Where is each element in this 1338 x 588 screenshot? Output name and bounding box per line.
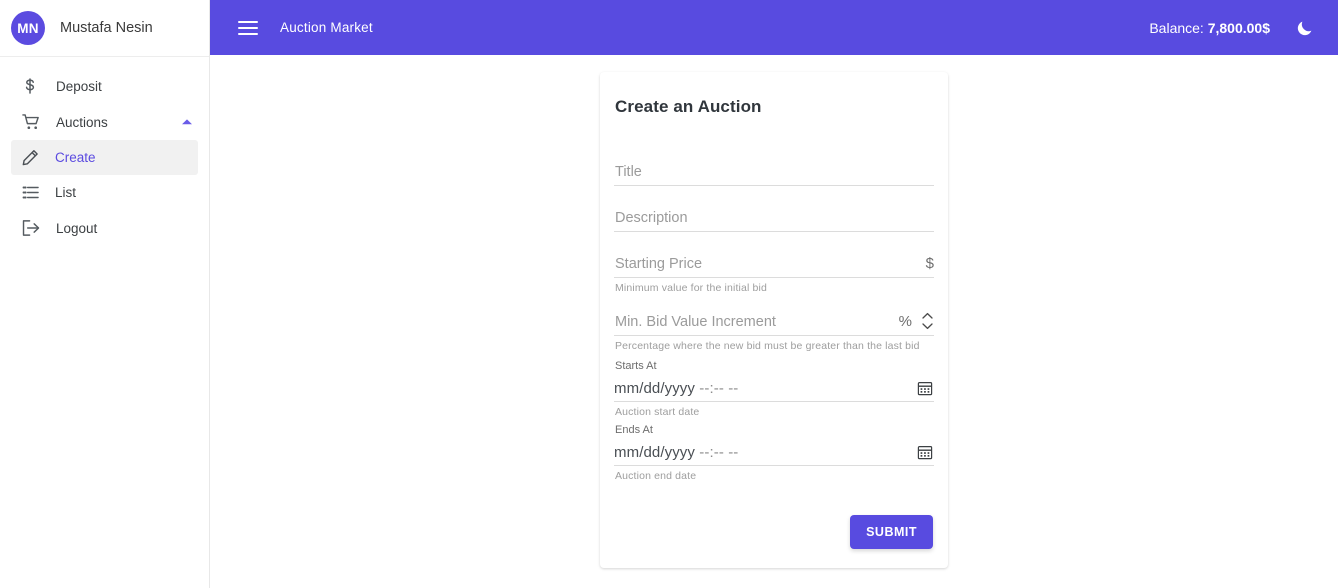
number-spinner-icon[interactable] [921, 312, 934, 330]
min-bid-increment-helper: Percentage where the new bid must be gre… [615, 340, 920, 352]
sidebar: MN Mustafa Nesin Deposit Auctions Create… [0, 0, 210, 588]
sidebar-item-label: Auctions [56, 114, 108, 130]
ends-at-date-placeholder: mm/dd/yyyy [614, 444, 696, 461]
sidebar-item-deposit[interactable]: Deposit [0, 68, 209, 104]
ends-at-label: Ends At [615, 424, 653, 436]
starting-price-input-wrap[interactable]: $ [614, 246, 934, 278]
starts-at-input-wrap[interactable]: mm/dd/yyyy --:-- -- [614, 374, 934, 402]
title-input[interactable] [614, 164, 934, 180]
starts-at-label: Starts At [615, 360, 657, 372]
starting-price-helper: Minimum value for the initial bid [615, 282, 768, 294]
dollar-adornment-icon: $ [925, 255, 934, 272]
field-description [614, 200, 934, 232]
starts-at-time-placeholder: --:-- -- [699, 380, 739, 397]
field-ends-at: Ends At mm/dd/yyyy --:-- -- Auction end … [614, 424, 934, 482]
sidebar-item-label: Deposit [56, 78, 102, 94]
starting-price-input[interactable] [614, 256, 920, 272]
submit-button[interactable]: SUBMIT [850, 515, 933, 549]
balance-label: Balance: [1149, 19, 1204, 36]
min-bid-increment-input[interactable] [614, 314, 893, 330]
ends-at-input-wrap[interactable]: mm/dd/yyyy --:-- -- [614, 438, 934, 466]
content-area: Create an Auction Title Description Star… [210, 55, 1338, 588]
sidebar-item-label: List [55, 185, 77, 200]
ends-at-input[interactable]: mm/dd/yyyy --:-- -- [614, 444, 916, 461]
starts-at-date-placeholder: mm/dd/yyyy [614, 380, 696, 397]
field-starting-price: $ Minimum value for the initial bid [614, 246, 934, 294]
avatar: MN [11, 11, 45, 45]
starts-at-helper: Auction start date [615, 406, 700, 418]
sidebar-nav: Deposit Auctions Create List Logout [0, 57, 209, 246]
hamburger-menu-icon[interactable] [238, 20, 258, 35]
sidebar-item-logout[interactable]: Logout [0, 210, 209, 246]
sidebar-item-auctions[interactable]: Auctions [0, 104, 209, 140]
sidebar-item-list[interactable]: List [11, 175, 198, 210]
profile-header: MN Mustafa Nesin [0, 0, 209, 57]
page-title: Create an Auction [615, 97, 762, 116]
field-min-bid-increment: % Percentage where the new bid must be g… [614, 304, 934, 352]
title-input-wrap[interactable] [614, 154, 934, 186]
sidebar-item-label: Create [55, 150, 96, 165]
pencil-icon [22, 149, 42, 166]
field-starts-at: Starts At mm/dd/yyyy --:-- -- Auction st… [614, 360, 934, 418]
min-bid-increment-input-wrap[interactable]: % [614, 304, 934, 336]
starts-at-input[interactable]: mm/dd/yyyy --:-- -- [614, 380, 916, 397]
ends-at-time-placeholder: --:-- -- [699, 444, 739, 461]
field-title [614, 154, 934, 186]
profile-name: Mustafa Nesin [60, 20, 153, 36]
app-root: MN Mustafa Nesin Deposit Auctions Create… [0, 0, 1338, 588]
description-input-wrap[interactable] [614, 200, 934, 232]
moon-icon[interactable] [1292, 15, 1318, 41]
app-title: Auction Market [280, 20, 373, 35]
shopping-cart-icon [22, 113, 44, 131]
percent-adornment-icon: % [898, 313, 912, 330]
topbar: Auction Market Balance: 7,800.00$ [210, 0, 1338, 55]
balance-display: Balance: 7,800.00$ [1149, 20, 1270, 36]
sidebar-item-create[interactable]: Create [11, 140, 198, 175]
ends-at-helper: Auction end date [615, 470, 697, 482]
logout-icon [22, 219, 44, 237]
main-area: Auction Market Balance: 7,800.00$ Create… [210, 0, 1338, 588]
chevron-up-icon[interactable] [181, 118, 193, 126]
description-input[interactable] [614, 210, 934, 226]
create-auction-card: Create an Auction Title Description Star… [600, 72, 948, 568]
list-icon [22, 185, 42, 200]
create-auction-form: $ Minimum value for the initial bid % [614, 154, 934, 549]
sidebar-item-label: Logout [56, 220, 98, 236]
calendar-icon[interactable] [916, 443, 934, 461]
balance-value: 7,800.00$ [1207, 19, 1270, 36]
topbar-right: Balance: 7,800.00$ [1149, 15, 1318, 41]
form-actions: SUBMIT [614, 515, 934, 549]
calendar-icon[interactable] [916, 379, 934, 397]
dollar-icon [22, 77, 44, 95]
